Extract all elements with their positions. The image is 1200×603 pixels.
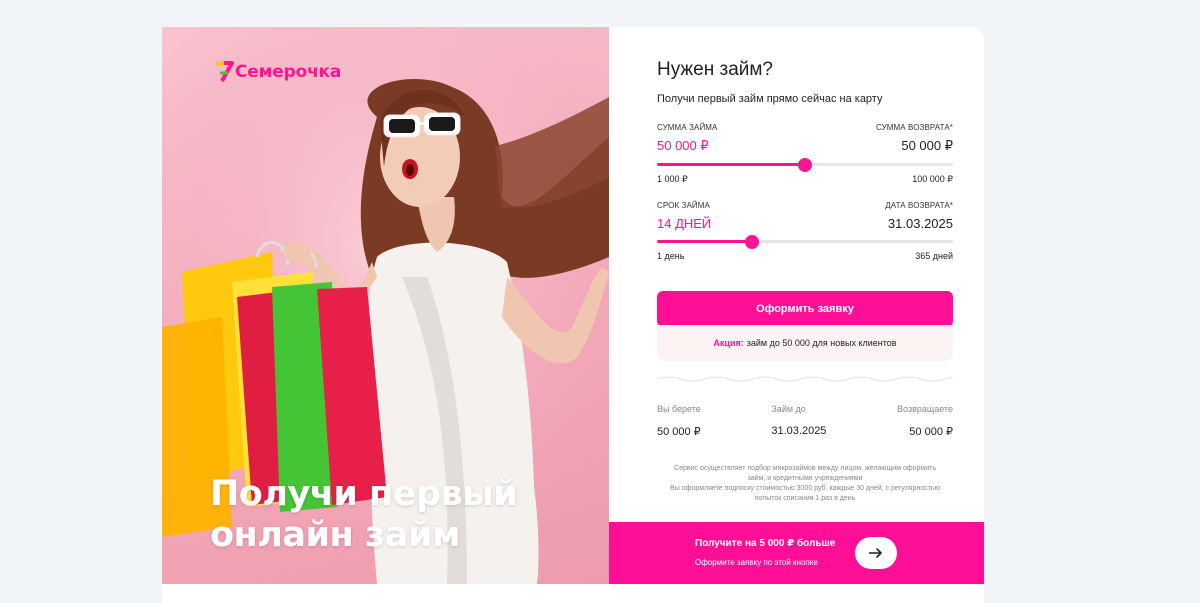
summary-return-label: Возвращаете	[897, 404, 953, 414]
term-min-label: 1 день	[657, 251, 685, 261]
promo-text: займ до 50 000 для новых клиентов	[746, 338, 897, 348]
form-title: Нужен займ?	[657, 59, 774, 80]
return-date-value: 31.03.2025	[887, 216, 953, 231]
amount-slider-fill	[657, 163, 805, 166]
legal-disclaimer: Сервис осуществляет подбор микрозаймов м…	[657, 464, 953, 504]
submit-application-button[interactable]: Оформить заявку	[657, 291, 953, 327]
term-value: 14 ДНЕЙ	[657, 216, 712, 231]
hero-title: Получи первый онлайн займ	[210, 474, 518, 555]
form-subtitle: Получи первый займ прямо сейчас на карту	[657, 93, 883, 105]
term-max-label: 365 дней	[915, 251, 953, 261]
bonus-banner[interactable]: Получите на 5 000 ₽ больше Оформите заяв…	[609, 522, 984, 584]
summary-return-value: 50 000 ₽	[909, 426, 953, 438]
legal-line: попыток списания 1 раз в день	[754, 495, 856, 502]
amount-block: СУММА ЗАЙМА СУММА ВОЗВРАТА* 50 000 ₽ 50 …	[657, 123, 953, 185]
summary-take-value: 50 000 ₽	[657, 426, 701, 438]
hero-section: Семерочка Получи первый онлайн займ	[162, 27, 609, 584]
brand-name: Семерочка	[235, 62, 342, 82]
bonus-arrow-button[interactable]	[855, 537, 897, 569]
loan-summary: Вы берете 50 000 ₽ Займ до 31.03.2025 Во…	[657, 404, 953, 438]
amount-value: 50 000 ₽	[657, 138, 709, 153]
bonus-banner-text: Получите на 5 000 ₽ больше Оформите заяв…	[695, 538, 835, 567]
loan-card: Семерочка Получи первый онлайн займ Нуже…	[162, 27, 984, 584]
summary-take: Вы берете 50 000 ₽	[657, 404, 701, 438]
term-slider-fill	[657, 240, 752, 243]
legal-line: Сервис осуществляет подбор микрозаймов м…	[674, 465, 936, 472]
legal-line: займ, и кредитными учреждениями	[747, 475, 863, 482]
term-block: СРОК ЗАЙМА ДАТА ВОЗВРАТА* 14 ДНЕЙ 31.03.…	[657, 201, 953, 261]
seven-logo-icon	[214, 61, 234, 83]
promo-banner: Акция: займ до 50 000 для новых клиентов	[657, 325, 953, 361]
bonus-subtitle: Оформите заявку по этой кнопке	[695, 558, 818, 567]
wave-divider	[656, 376, 970, 382]
amount-min-label: 1 000 ₽	[657, 174, 688, 184]
loan-form: Нужен займ? Получи первый займ прямо сей…	[656, 59, 970, 504]
summary-take-label: Вы берете	[657, 404, 701, 414]
summary-return: Возвращаете 50 000 ₽	[897, 404, 953, 438]
arrow-right-icon	[869, 548, 882, 558]
repayment-value: 50 000 ₽	[901, 138, 953, 153]
amount-slider-thumb[interactable]	[798, 158, 812, 172]
promo-prefix: Акция:	[713, 338, 744, 348]
amount-label: СУММА ЗАЙМА	[657, 123, 718, 132]
loan-form-panel: Нужен займ? Получи первый займ прямо сей…	[609, 27, 984, 584]
amount-max-label: 100 000 ₽	[912, 174, 953, 184]
page-continuation	[162, 584, 984, 603]
summary-until-value: 31.03.2025	[771, 425, 827, 437]
term-label: СРОК ЗАЙМА	[657, 201, 710, 210]
return-date-label: ДАТА ВОЗВРАТА*	[885, 201, 953, 210]
term-slider-thumb[interactable]	[744, 235, 759, 249]
brand-logo[interactable]: Семерочка	[214, 61, 341, 83]
bonus-title: Получите на 5 000 ₽ больше	[695, 538, 836, 549]
amount-slider[interactable]	[657, 158, 953, 172]
term-slider[interactable]	[657, 235, 953, 249]
legal-line: Вы оформляете подписку стоимостью 3000 р…	[670, 485, 940, 492]
summary-until: Займ до 31.03.2025	[771, 404, 826, 438]
summary-until-label: Займ до	[771, 404, 806, 414]
repayment-label: СУММА ВОЗВРАТА*	[875, 123, 953, 132]
